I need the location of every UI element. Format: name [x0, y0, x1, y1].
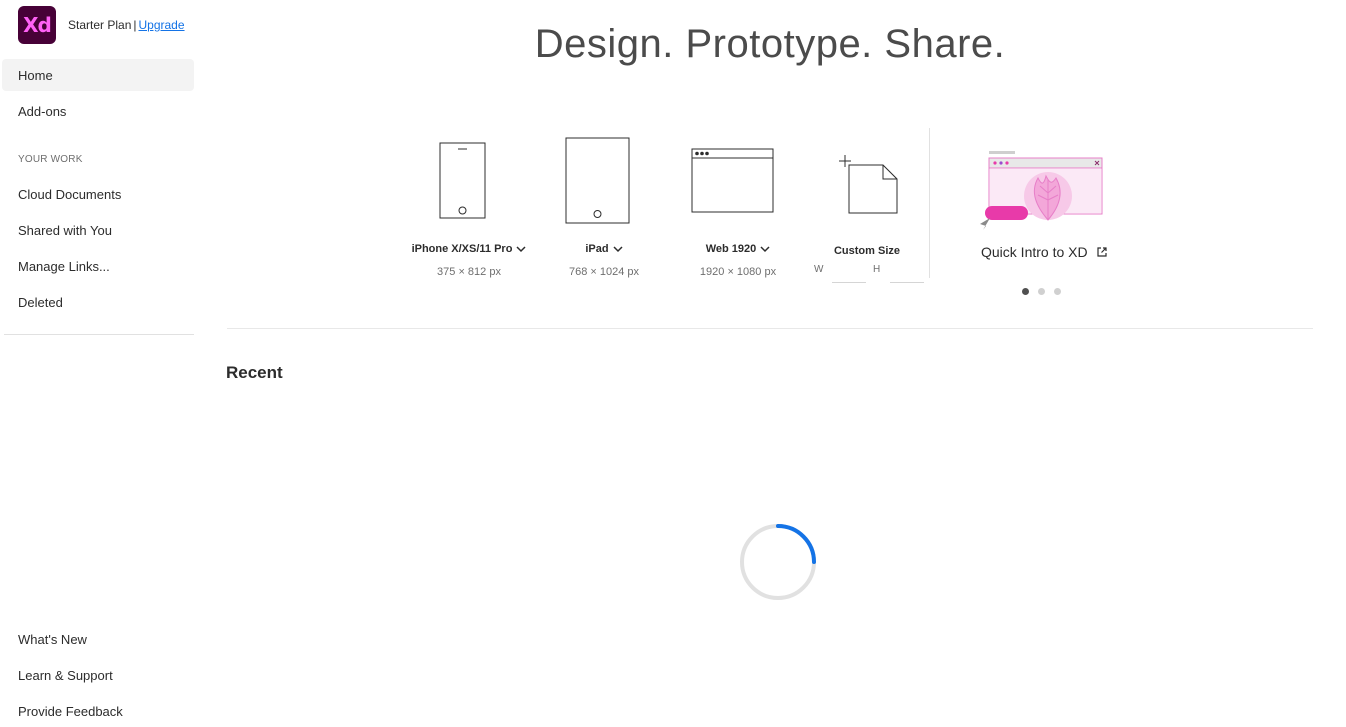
plan-label: Starter Plan — [68, 18, 132, 32]
external-link-icon — [1096, 247, 1107, 257]
section-label-your-work: YOUR WORK — [18, 154, 83, 165]
sidebar-item-manage-links[interactable]: Manage Links... — [2, 250, 194, 282]
page-headline: Design. Prototype. Share. — [534, 22, 1006, 66]
sidebar: Xd Starter Plan | Upgrade Home Add-ons Y… — [0, 0, 200, 719]
quick-intro-illustration[interactable] — [978, 148, 1106, 234]
sidebar-item-addons[interactable]: Add-ons — [2, 95, 194, 127]
custom-size-icon[interactable] — [836, 152, 900, 216]
preset-custom-name: Custom Size — [833, 245, 900, 257]
preset-custom: Custom Size — [817, 245, 917, 257]
upgrade-link[interactable]: Upgrade — [139, 18, 185, 32]
section-divider — [227, 328, 1313, 329]
plan-separator: | — [133, 18, 137, 32]
sidebar-item-deleted[interactable]: Deleted — [2, 286, 194, 318]
chevron-down-icon[interactable] — [516, 245, 526, 253]
preset-iphone-name: iPhone X/XS/11 Pro — [411, 243, 513, 255]
plan-info: Starter Plan | Upgrade — [68, 18, 185, 32]
main-content: Design. Prototype. Share. iPhone X/XS/11… — [200, 0, 1346, 713]
iphone-preset-icon[interactable] — [439, 142, 487, 220]
carousel-dot-1[interactable] — [1022, 288, 1029, 295]
sidebar-item-whats-new[interactable]: What's New — [2, 623, 194, 655]
xd-logo-icon: Xd — [18, 6, 56, 44]
brand: Xd Starter Plan | Upgrade — [18, 6, 185, 44]
preset-ipad-dims: 768 × 1024 px — [568, 266, 640, 278]
preset-ipad[interactable]: iPad 768 × 1024 px — [544, 243, 664, 278]
carousel-dots — [1022, 288, 1061, 295]
sidebar-item-cloud-documents[interactable]: Cloud Documents — [2, 178, 194, 210]
preset-web-dims: 1920 × 1080 px — [699, 266, 777, 278]
preset-web[interactable]: Web 1920 1920 × 1080 px — [678, 243, 798, 278]
preset-ipad-name: iPad — [585, 243, 609, 255]
preset-web-name: Web 1920 — [705, 243, 757, 255]
sidebar-item-home[interactable]: Home — [2, 59, 194, 91]
vertical-divider — [929, 128, 930, 278]
preset-web-name-row[interactable]: Web 1920 — [678, 243, 798, 255]
custom-height-input[interactable] — [890, 282, 924, 283]
custom-width-input[interactable] — [832, 282, 866, 283]
preset-iphone-name-row[interactable]: iPhone X/XS/11 Pro — [399, 243, 539, 255]
web-preset-icon[interactable] — [691, 148, 775, 214]
sidebar-item-learn-support[interactable]: Learn & Support — [2, 659, 194, 691]
preset-iphone[interactable]: iPhone X/XS/11 Pro 375 × 812 px — [399, 243, 539, 278]
chevron-down-icon[interactable] — [613, 245, 623, 253]
sidebar-item-provide-feedback[interactable]: Provide Feedback — [2, 695, 194, 727]
carousel-dot-3[interactable] — [1054, 288, 1061, 295]
sidebar-item-shared-with-you[interactable]: Shared with You — [2, 214, 194, 246]
loading-spinner-icon — [740, 524, 816, 600]
preset-iphone-dims: 375 × 812 px — [437, 266, 501, 278]
preset-ipad-name-row[interactable]: iPad — [544, 243, 664, 255]
quick-intro-link[interactable]: Quick Intro to XD — [981, 244, 1108, 260]
carousel-dot-2[interactable] — [1038, 288, 1045, 295]
recent-title: Recent — [226, 363, 283, 382]
quick-intro-title: Quick Intro to XD — [981, 244, 1088, 260]
sidebar-divider — [4, 334, 194, 335]
ipad-preset-icon[interactable] — [565, 137, 631, 225]
custom-width-label: W — [814, 264, 824, 275]
chevron-down-icon[interactable] — [760, 245, 770, 253]
custom-height-label: H — [873, 264, 881, 275]
